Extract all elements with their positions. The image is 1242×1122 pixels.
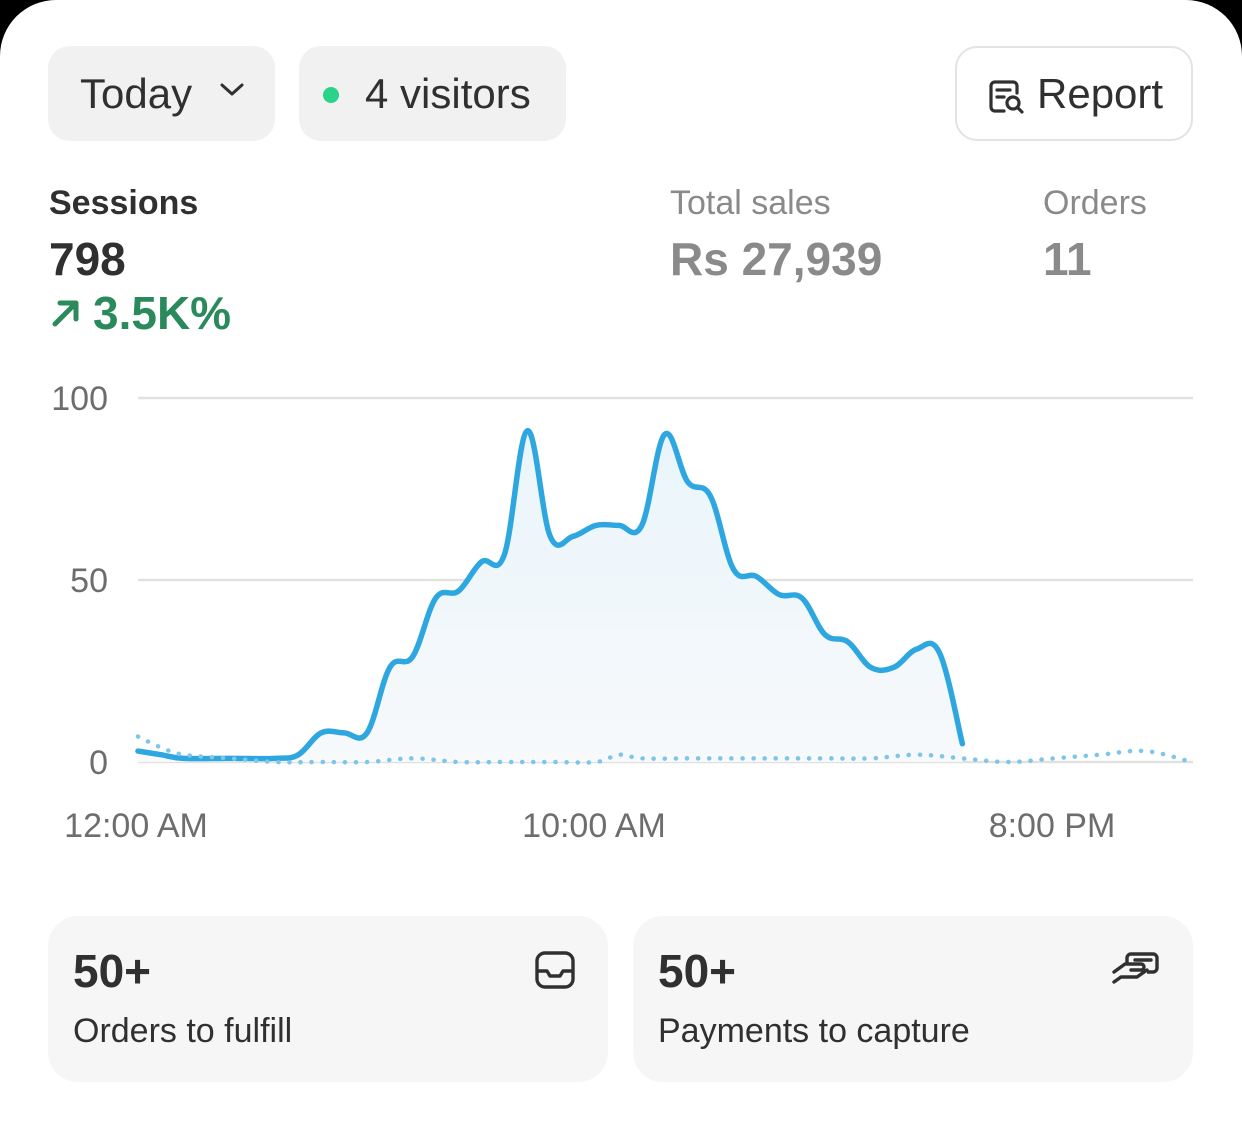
sessions-label: Sessions <box>49 184 199 222</box>
chevron-down-icon <box>220 83 244 96</box>
inbox-icon <box>535 951 575 989</box>
total-sales-label: Total sales <box>670 184 831 222</box>
hand-payment-icon <box>1112 952 1159 984</box>
live-visitors-label: 4 visitors <box>365 69 531 117</box>
payments-to-capture-label: Payments to capture <box>658 1012 970 1050</box>
date-range-label: Today <box>80 69 193 117</box>
x-tick-label: 12:00 AM <box>64 807 208 845</box>
x-tick-label: 10:00 AM <box>522 807 666 845</box>
orders-to-fulfill-tile[interactable]: 50+ Orders to fulfill <box>48 916 608 1082</box>
arrow-up-right-icon <box>52 300 79 327</box>
report-search-icon <box>989 80 1024 114</box>
y-tick-label: 50 <box>70 562 108 600</box>
sessions-chart: 100 50 0 12:00 AM 10:00 AM 8:00 PM <box>51 380 1194 845</box>
live-visitors-chip[interactable]: 4 visitors <box>299 46 566 141</box>
total-sales-value: Rs 27,939 <box>670 233 883 285</box>
payments-to-capture-tile[interactable]: 50+ Payments to capture <box>633 916 1193 1082</box>
date-range-dropdown[interactable]: Today <box>48 46 275 141</box>
y-tick-label: 100 <box>51 380 108 418</box>
orders-value: 11 <box>1043 233 1092 285</box>
sessions-value: 798 <box>49 233 126 285</box>
y-tick-label: 0 <box>89 744 108 782</box>
live-status-dot <box>323 87 339 103</box>
x-tick-label: 8:00 PM <box>989 807 1116 845</box>
payments-to-capture-count: 50+ <box>658 945 737 997</box>
analytics-card: Today 4 visitors Report Sessions 798 3.5… <box>0 0 1242 1122</box>
sessions-delta-value: 3.5K% <box>93 287 232 339</box>
report-button[interactable]: Report <box>955 46 1193 141</box>
orders-label: Orders <box>1043 184 1147 222</box>
series-area <box>138 430 963 762</box>
report-label: Report <box>1037 69 1164 117</box>
orders-to-fulfill-count: 50+ <box>73 945 152 997</box>
sessions-delta: 3.5K% <box>49 286 231 340</box>
orders-to-fulfill-label: Orders to fulfill <box>73 1012 293 1050</box>
